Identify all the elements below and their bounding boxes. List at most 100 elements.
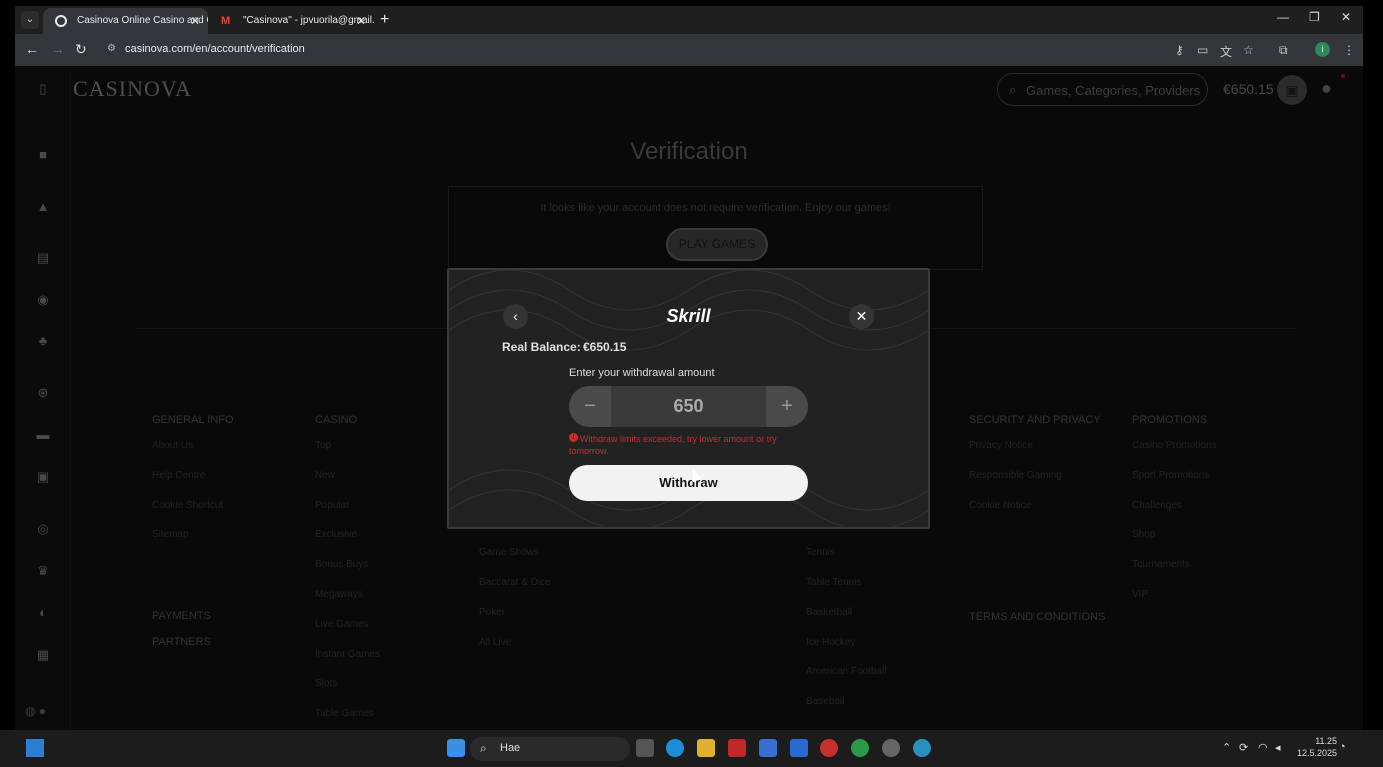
footer-link[interactable]: Baseball (806, 696, 887, 726)
tab-casinova[interactable]: Casinova Online Casino and On ✕ (43, 8, 208, 34)
footer-link[interactable]: Privacy Notice (969, 440, 1101, 470)
reload-icon[interactable]: ↻ (75, 41, 87, 58)
back-icon[interactable]: ← (25, 41, 39, 57)
footer-link[interactable]: VIP (1132, 589, 1216, 619)
footer-link[interactable]: About Us (152, 440, 234, 470)
footer-link[interactable]: Casino Promotions (1132, 440, 1216, 470)
task-view-icon[interactable] (636, 739, 654, 757)
bookmark-star-icon[interactable]: ☆ (1243, 43, 1254, 57)
footer-link[interactable]: Top (315, 440, 380, 470)
vivaldi-icon[interactable] (728, 739, 746, 757)
footer-link[interactable]: Shop (1132, 529, 1216, 559)
sync-icon[interactable]: ⟳ (1239, 741, 1248, 754)
chatgpt-icon[interactable] (882, 739, 900, 757)
document-icon[interactable] (790, 739, 808, 757)
footer-link[interactable]: American Football (806, 666, 887, 696)
footer-link[interactable]: Ice Hockey (806, 637, 887, 667)
windows-start-icon[interactable] (447, 739, 465, 757)
sidebar-toggle-icon[interactable]: ▯ (35, 82, 51, 96)
tab-search-icon[interactable]: ⌄ (21, 11, 39, 29)
footer-link[interactable]: Sport Promotions (1132, 470, 1216, 500)
footer-link[interactable]: All Live (479, 637, 564, 667)
password-key-icon[interactable]: ⚷ (1175, 43, 1184, 57)
footer-link[interactable]: Slots (315, 678, 380, 708)
minimize-icon[interactable]: — (1277, 10, 1289, 24)
app-icon[interactable] (913, 739, 931, 757)
chrome-icon[interactable] (851, 739, 869, 757)
home-icon[interactable]: ▲ (35, 200, 51, 214)
location-icon[interactable]: ◎ (35, 522, 51, 536)
close-icon[interactable]: ✕ (849, 304, 874, 329)
translate-icon[interactable]: 文 (1220, 43, 1232, 60)
widgets-icon[interactable] (26, 739, 44, 757)
footer-payments[interactable]: PAYMENTS (152, 610, 211, 622)
taskbar-search[interactable]: ⌕ Hae (470, 737, 630, 761)
shop-icon[interactable]: ▦ (35, 648, 51, 662)
footer-link[interactable]: Table Tennis (806, 577, 887, 607)
file-explorer-icon[interactable] (697, 739, 715, 757)
footer-link[interactable]: Tennis (806, 547, 887, 577)
edge-icon[interactable] (666, 739, 684, 757)
wallet-icon[interactable]: ▣ (1277, 75, 1307, 105)
footer-link[interactable]: New (315, 470, 380, 500)
footer-link[interactable]: Cookie Notice (969, 500, 1101, 530)
forward-icon[interactable]: → (51, 41, 65, 57)
footer-link[interactable]: Game Shows (479, 547, 564, 577)
footer-link[interactable]: Challenges (1132, 500, 1216, 530)
site-info-icon[interactable]: ⚙ (107, 43, 116, 54)
footer-link[interactable]: Bonus Buys (315, 559, 380, 589)
footer-link[interactable]: Table Games (315, 708, 380, 730)
slots-icon[interactable]: ▤ (35, 251, 51, 265)
footer-link[interactable]: Instant Games (315, 649, 380, 679)
close-tab-icon[interactable]: ✕ (190, 8, 200, 34)
volume-icon[interactable]: ◂ (1275, 741, 1281, 754)
footer-link[interactable]: Exclusive (315, 529, 380, 559)
camera-icon[interactable]: ▣ (35, 470, 51, 484)
cast-icon[interactable]: ▭ (1197, 43, 1208, 57)
casinova-logo[interactable]: CASINOVA (73, 76, 192, 102)
footer-link[interactable]: Live Games (315, 619, 380, 649)
footer-partners[interactable]: PARTNERS (152, 636, 211, 648)
url-bar[interactable]: ⚙ casinova.com/en/account/verification (103, 39, 1153, 61)
maximize-icon[interactable]: ❐ (1309, 10, 1320, 24)
footer-link[interactable]: Poker (479, 607, 564, 637)
live-casino-icon[interactable]: ◉ (35, 293, 51, 307)
play-games-button[interactable]: PLAY GAMES (666, 228, 768, 261)
ticket-icon[interactable]: ▬ (35, 428, 51, 442)
footer-link[interactable]: Tournaments (1132, 559, 1216, 589)
footer-link[interactable]: Responsible Gaming (969, 470, 1101, 500)
sports-icon[interactable]: ◐ (35, 606, 51, 620)
roulette-icon[interactable]: ⊛ (35, 386, 51, 400)
footer-link[interactable]: Help Centre (152, 470, 234, 500)
language-icon[interactable]: ◍ ● (25, 704, 46, 718)
notifications-icon[interactable]: ◔ (1339, 741, 1346, 753)
footer-link[interactable]: Megaways (315, 589, 380, 619)
footer-link[interactable]: Basketball (806, 607, 887, 637)
footer-link[interactable]: Baccarat & Dice (479, 577, 564, 607)
tray-chevron-icon[interactable]: ⌃ (1222, 741, 1231, 754)
cards-icon[interactable]: ♣ (35, 334, 51, 348)
user-icon[interactable]: ● (1321, 78, 1332, 99)
footer-link[interactable]: Popular (315, 500, 380, 530)
extensions-icon[interactable]: ⧉ (1279, 43, 1288, 58)
new-tab-icon[interactable]: + (380, 10, 389, 30)
footer-link[interactable]: Sitemap (152, 529, 234, 559)
profile-avatar[interactable]: i (1315, 42, 1330, 57)
trophy-icon[interactable]: ♛ (35, 564, 51, 578)
increase-button[interactable]: + (766, 386, 808, 427)
search-bar[interactable]: ⌕ Games, Categories, Providers (997, 73, 1208, 106)
store-icon[interactable] (759, 739, 777, 757)
close-tab-icon[interactable]: ✕ (356, 8, 366, 34)
decrease-button[interactable]: − (569, 386, 611, 427)
footer-link[interactable]: Cookie Shortcut (152, 500, 234, 530)
menu-dots-icon[interactable]: ⋮ (1343, 43, 1355, 57)
amount-input[interactable]: 650 (611, 386, 766, 427)
taskbar-clock[interactable]: 11.25 12.5.2025 (1297, 735, 1337, 759)
media-app-icon[interactable] (820, 739, 838, 757)
verification-message: It looks like your account does not requ… (540, 202, 891, 214)
wifi-icon[interactable]: ◠ (1258, 741, 1268, 754)
close-window-icon[interactable]: ✕ (1341, 10, 1351, 24)
tab-gmail[interactable]: M "Casinova" - jpvuorila@gmail.c ✕ (209, 8, 374, 34)
header-balance[interactable]: €650.15 (1223, 81, 1274, 97)
footer-terms[interactable]: TERMS AND CONDITIONS (969, 611, 1105, 623)
